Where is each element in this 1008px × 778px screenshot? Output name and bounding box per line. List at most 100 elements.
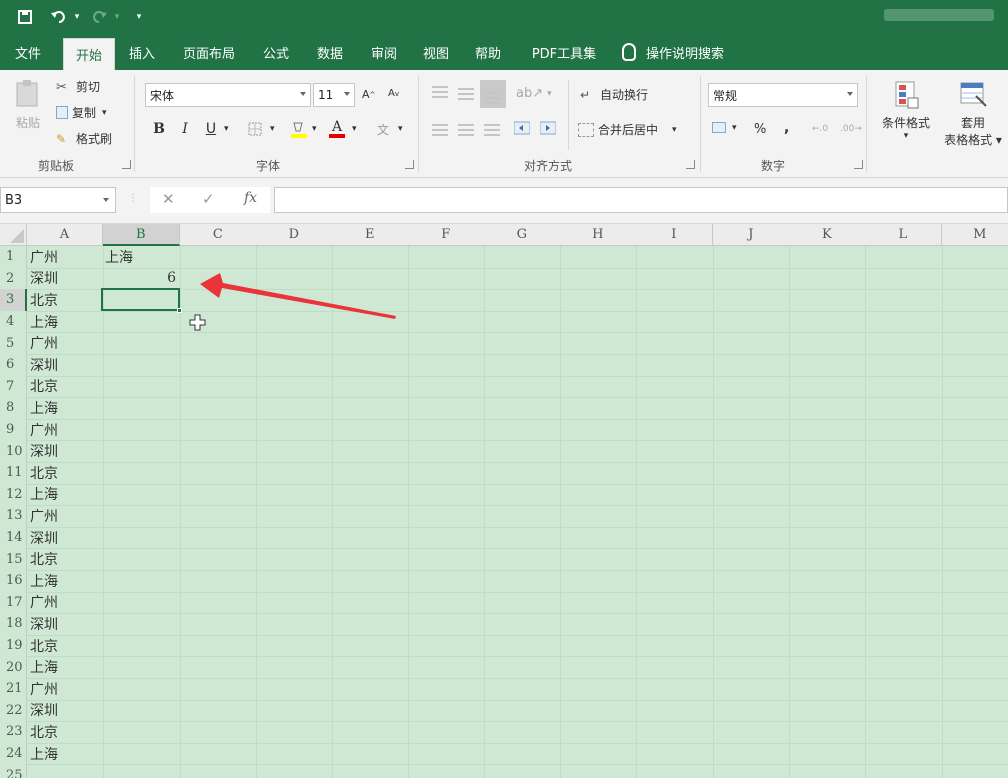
row-header-17[interactable]: 17 <box>0 591 27 614</box>
row-header-24[interactable]: 24 <box>0 742 27 765</box>
cancel-icon[interactable]: ✕ <box>162 190 175 208</box>
underline-button[interactable]: U <box>200 118 222 140</box>
font-color-dropdown-icon[interactable]: ▾ <box>352 124 357 134</box>
column-header-g[interactable]: G <box>484 224 561 246</box>
cell-a6[interactable]: 深圳 <box>28 354 102 376</box>
percent-button[interactable]: % <box>754 122 766 137</box>
copy-button[interactable]: 复制 ▾ <box>56 104 107 121</box>
cell-a23[interactable]: 北京 <box>28 721 102 743</box>
align-right-icon[interactable] <box>484 124 500 136</box>
column-header-h[interactable]: H <box>560 224 637 246</box>
customize-icon[interactable]: ▾ <box>132 6 146 28</box>
align-bottom-button[interactable] <box>480 80 506 108</box>
row-header-21[interactable]: 21 <box>0 678 27 700</box>
cell-a18[interactable]: 深圳 <box>28 613 102 635</box>
cell-b1[interactable]: 上海 <box>103 246 180 268</box>
accounting-format-button[interactable]: ▾ <box>712 122 737 133</box>
column-header-i[interactable]: I <box>636 224 713 246</box>
increase-font-icon[interactable]: A ^ <box>362 88 375 101</box>
cell-b2[interactable]: 6 <box>103 268 180 290</box>
cell-a5[interactable]: 广州 <box>28 332 102 354</box>
number-format-select[interactable]: 常规 <box>708 83 858 107</box>
wrap-text-button[interactable]: ↵ 自动换行 <box>580 86 648 103</box>
increase-decimal-icon[interactable]: ←.0 <box>812 124 828 134</box>
row-header-7[interactable]: 7 <box>0 375 27 398</box>
phonetic-icon[interactable]: 文 <box>372 118 394 140</box>
tab-file[interactable]: 文件 <box>6 34 50 70</box>
row-header-6[interactable]: 6 <box>0 354 27 376</box>
column-header-a[interactable]: A <box>27 224 103 246</box>
cell-a9[interactable]: 广州 <box>28 419 102 441</box>
column-header-k[interactable]: K <box>789 224 866 246</box>
fill-color-button[interactable] <box>288 118 310 140</box>
column-header-b[interactable]: B <box>103 224 180 246</box>
merge-dropdown-icon[interactable]: ▾ <box>672 125 677 135</box>
row-header-4[interactable]: 4 <box>0 310 27 333</box>
decrease-indent-icon[interactable] <box>514 121 530 135</box>
formula-input[interactable] <box>274 187 1008 213</box>
font-size-select[interactable]: 11 <box>313 83 355 107</box>
row-header-22[interactable]: 22 <box>0 699 27 722</box>
tab-data[interactable]: 数据 <box>308 34 352 70</box>
cell-a14[interactable]: 深圳 <box>28 527 102 549</box>
tab-view[interactable]: 视图 <box>414 34 458 70</box>
borders-button[interactable] <box>244 118 266 140</box>
column-header-l[interactable]: L <box>865 224 942 246</box>
row-header-16[interactable]: 16 <box>0 570 27 592</box>
font-color-button[interactable]: A <box>326 118 348 140</box>
cell-a21[interactable]: 广州 <box>28 678 102 700</box>
decrease-font-icon[interactable]: Av <box>388 88 399 99</box>
row-header-11[interactable]: 11 <box>0 462 27 484</box>
conditional-formatting-button[interactable]: 条件格式 ▾ <box>874 80 938 141</box>
enter-icon[interactable]: ✓ <box>202 190 215 208</box>
cell-a19[interactable]: 北京 <box>28 635 102 657</box>
row-header-25[interactable]: 25 <box>0 764 27 778</box>
name-box[interactable]: B3 <box>0 187 116 213</box>
row-header-18[interactable]: 18 <box>0 613 27 635</box>
cell-a10[interactable]: 深圳 <box>28 440 102 462</box>
underline-dropdown-icon[interactable]: ▾ <box>224 124 229 134</box>
cell-a7[interactable]: 北京 <box>28 376 102 398</box>
align-middle-icon[interactable] <box>458 88 474 100</box>
row-header-3[interactable]: 3 <box>0 289 27 311</box>
cut-button[interactable]: ✂ 剪切 <box>56 78 100 95</box>
tab-formulas[interactable]: 公式 <box>254 34 298 70</box>
row-header-5[interactable]: 5 <box>0 332 27 354</box>
cell-a8[interactable]: 上海 <box>28 397 102 419</box>
row-header-14[interactable]: 14 <box>0 526 27 549</box>
cell-a16[interactable]: 上海 <box>28 570 102 592</box>
tab-insert[interactable]: 插入 <box>120 34 164 70</box>
cell-a22[interactable]: 深圳 <box>28 700 102 722</box>
orientation-icon[interactable]: ab↗ ▾ <box>516 86 552 101</box>
format-painter-button[interactable]: ✎ 格式刷 <box>56 130 112 147</box>
row-header-15[interactable]: 15 <box>0 548 27 570</box>
tab-review[interactable]: 审阅 <box>362 34 406 70</box>
font-launcher-icon[interactable] <box>405 160 414 169</box>
redo-dropdown-icon[interactable]: ▾ <box>112 6 122 28</box>
tab-home[interactable]: 开始 <box>63 38 115 70</box>
align-left-icon[interactable] <box>432 124 448 136</box>
comma-button[interactable]: , <box>784 120 789 136</box>
font-name-select[interactable]: 宋体 <box>145 83 311 107</box>
save-icon[interactable] <box>14 6 36 28</box>
column-header-e[interactable]: E <box>332 224 409 246</box>
format-as-table-button[interactable]: 套用 表格格式 ▾ <box>938 80 1008 148</box>
fill-color-dropdown-icon[interactable]: ▾ <box>312 124 317 134</box>
column-header-f[interactable]: F <box>408 224 485 246</box>
cell-a13[interactable]: 广州 <box>28 505 102 527</box>
cell-a12[interactable]: 上海 <box>28 484 102 506</box>
column-header-d[interactable]: D <box>256 224 333 246</box>
tab-page-layout[interactable]: 页面布局 <box>176 34 242 70</box>
align-top-icon[interactable] <box>432 86 448 98</box>
undo-icon[interactable] <box>48 6 70 28</box>
cell-a3[interactable]: 北京 <box>28 289 102 311</box>
column-header-j[interactable]: J <box>713 224 790 246</box>
column-header-c[interactable]: C <box>180 224 257 246</box>
copy-dropdown-icon[interactable]: ▾ <box>102 108 107 118</box>
fill-handle[interactable] <box>177 308 182 313</box>
align-center-icon[interactable] <box>458 124 474 136</box>
row-header-13[interactable]: 13 <box>0 505 27 527</box>
tab-help[interactable]: 帮助 <box>466 34 510 70</box>
row-header-23[interactable]: 23 <box>0 721 27 743</box>
cell-a4[interactable]: 上海 <box>28 311 102 333</box>
